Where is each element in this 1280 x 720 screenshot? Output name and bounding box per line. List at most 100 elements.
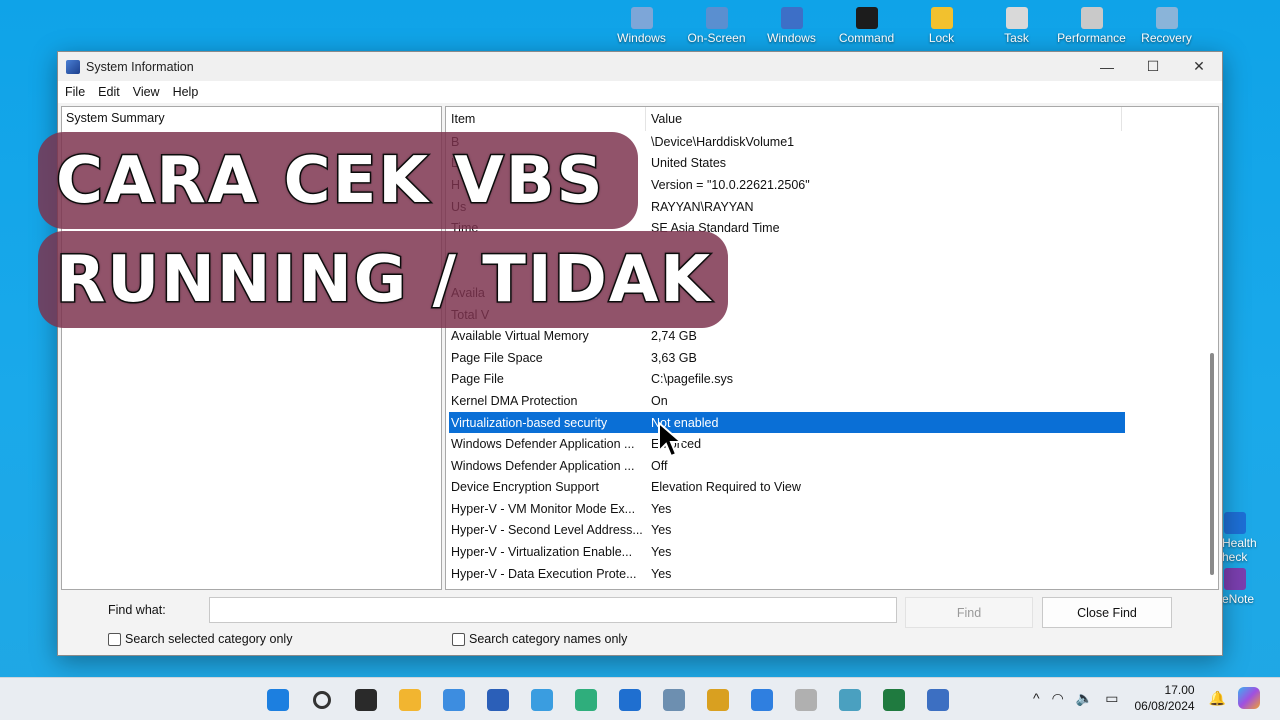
scrollbar-thumb[interactable] [1210, 353, 1214, 575]
powershell-icon [780, 7, 803, 29]
table-row[interactable]: Us RAYYAN\RAYYAN [449, 196, 1125, 218]
desktop-shortcut[interactable]: Health heck [1222, 512, 1280, 568]
volume-icon[interactable]: 🔈 [1076, 690, 1093, 707]
taskbar-button[interactable] [608, 684, 652, 716]
taskbar-button[interactable] [872, 684, 916, 716]
close-button[interactable]: ✕ [1176, 52, 1222, 81]
battery-icon[interactable]: ▭ [1105, 690, 1118, 707]
taskbar-button[interactable] [828, 684, 872, 716]
notification-bell-icon[interactable]: 🔔 [1209, 690, 1226, 707]
desktop-shortcut[interactable]: eNote [1222, 568, 1280, 624]
table-row[interactable]: Virtualization-based security Not enabled [449, 411, 1125, 434]
desktop-shortcut[interactable]: On-Screen [679, 4, 754, 50]
taskbar-button[interactable] [564, 684, 608, 716]
keyboard-icon [705, 7, 728, 29]
taskbar-button[interactable] [916, 684, 960, 716]
table-row[interactable] [449, 239, 1125, 261]
clock-app-icon [707, 689, 729, 711]
minimize-button[interactable]: — [1084, 52, 1130, 81]
maximize-button[interactable]: ☐ [1130, 52, 1176, 81]
word-icon [487, 689, 509, 711]
row-item: H [451, 177, 461, 192]
row-value: \Device\HarddiskVolume1 [651, 134, 795, 149]
desktop-shortcut[interactable]: Lock [904, 4, 979, 50]
table-row[interactable]: Device Encryption Support Elevation Requi… [449, 477, 1125, 499]
title-bar[interactable]: System Information — ☐ ✕ [58, 52, 1222, 81]
menu-view[interactable]: View [133, 85, 160, 99]
search-selected-category-checkbox[interactable]: Search selected category only [108, 632, 292, 646]
desktop-shortcut[interactable]: Command [829, 4, 904, 50]
category-tree[interactable]: System Summary [61, 106, 442, 590]
table-row[interactable]: Hyper-V - Second Level Address... Yes [449, 520, 1125, 542]
find-what-input[interactable] [209, 597, 897, 623]
table-row[interactable]: Availa [449, 282, 1125, 304]
desktop-shortcut[interactable]: Windows [604, 4, 679, 50]
pulse-icon [619, 689, 641, 711]
desktop-shortcut-label: Lock [928, 31, 955, 45]
checkbox-box[interactable] [452, 632, 465, 646]
health-check-icon [1224, 512, 1246, 534]
table-row[interactable]: Total V [449, 304, 1125, 326]
taskbar-button[interactable] [652, 684, 696, 716]
system-info-icon [927, 689, 949, 711]
row-item: Windows Defender Application ... [451, 437, 635, 452]
clock-date: 06/08/2024 [1134, 699, 1195, 713]
details-list[interactable]: Item Value B \Device\HarddiskVolume1 L Unit… [445, 106, 1219, 590]
table-row[interactable]: Windows Defender Application ... Off [449, 455, 1125, 477]
desktop-shortcut-label: Task [1004, 31, 1029, 45]
search-category-names-checkbox[interactable]: Search category names only [452, 632, 627, 646]
table-row[interactable]: Hyper-V - Data Execution Prote... Yes [449, 563, 1125, 585]
column-header-value[interactable]: Value [646, 107, 1122, 131]
column-header-item[interactable]: Item [446, 107, 646, 131]
taskbar-button[interactable] [300, 684, 344, 716]
table-row[interactable]: Hyper-V - Virtualization Enable... Yes [449, 541, 1125, 563]
table-row[interactable] [449, 261, 1125, 283]
desktop-shortcut-label: eNote [1222, 592, 1255, 606]
desktop-shortcut[interactable]: Recovery [1129, 4, 1204, 50]
row-value: 3,63 GB [651, 350, 697, 365]
taskbar-button[interactable] [696, 684, 740, 716]
find-button[interactable]: Find [905, 597, 1033, 628]
row-item: Windows Defender Application ... [451, 458, 635, 473]
table-row[interactable]: Kernel DMA Protection On [449, 390, 1125, 412]
taskbar-button[interactable] [256, 684, 300, 716]
taskbar-button[interactable] [784, 684, 828, 716]
desktop-shortcut[interactable]: Windows [754, 4, 829, 50]
taskbar-button[interactable] [476, 684, 520, 716]
table-row[interactable]: Windows Defender Application ... Enforced [449, 433, 1125, 455]
taskbar-button[interactable] [520, 684, 564, 716]
table-row[interactable]: H Version = "10.0.22621.2506" [449, 174, 1125, 196]
taskbar-button[interactable] [344, 684, 388, 716]
close-find-button[interactable]: Close Find [1042, 597, 1172, 628]
menu-help[interactable]: Help [173, 85, 199, 99]
checkbox-box[interactable] [108, 632, 121, 646]
taskbar-apps [256, 684, 960, 716]
table-row[interactable]: Page File C:\pagefile.sys [449, 369, 1125, 391]
row-item: Page File Space [451, 350, 543, 365]
tray-chevron-icon[interactable]: ^ [1033, 690, 1040, 706]
wifi-icon[interactable]: ◠ [1052, 690, 1064, 707]
row-item: Hyper-V - Data Execution Prote... [451, 566, 637, 581]
copilot-icon[interactable] [1238, 687, 1260, 709]
table-row[interactable]: L United States [449, 153, 1125, 175]
row-item: Total V [451, 307, 490, 322]
taskbar-button[interactable] [388, 684, 432, 716]
table-row[interactable]: Available Virtual Memory 2,74 GB [449, 325, 1125, 347]
menu-edit[interactable]: Edit [98, 85, 120, 99]
table-row[interactable]: Hyper-V - VM Monitor Mode Ex... Yes [449, 498, 1125, 520]
row-item: Availa [451, 285, 485, 300]
desktop-shortcut[interactable]: Task [979, 4, 1054, 50]
table-row[interactable]: Time SE Asia Standard Time [449, 217, 1125, 239]
menu-file[interactable]: File [65, 85, 85, 99]
tree-item-system-summary[interactable]: System Summary [66, 111, 437, 125]
recovery-icon [1155, 7, 1178, 29]
row-item: Time [451, 221, 479, 236]
clock[interactable]: 17.00 06/08/2024 [1135, 682, 1195, 714]
table-row[interactable]: Page File Space 3,63 GB [449, 347, 1125, 369]
taskbar-button[interactable] [432, 684, 476, 716]
vertical-scrollbar[interactable] [1207, 111, 1216, 581]
table-row[interactable]: B \Device\HarddiskVolume1 [449, 131, 1125, 153]
desktop-shortcut[interactable]: Performance [1054, 4, 1129, 50]
gauge-icon [795, 689, 817, 711]
taskbar-button[interactable] [740, 684, 784, 716]
